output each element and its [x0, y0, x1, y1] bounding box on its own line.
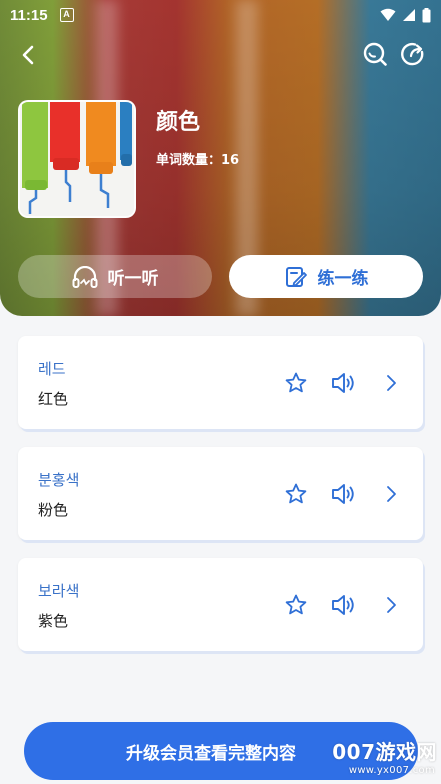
signal-icon	[403, 9, 415, 21]
book-cover-image	[18, 100, 136, 218]
star-icon[interactable]	[284, 593, 308, 617]
share-icon[interactable]	[400, 41, 426, 67]
status-time: 11:15	[10, 6, 48, 24]
edit-icon	[285, 266, 307, 287]
word-korean: 보라색	[38, 582, 80, 600]
listen-button[interactable]: 听一听	[18, 255, 212, 298]
word-chinese: 紫色	[38, 612, 69, 630]
upgrade-button-label: 升级会员查看完整内容	[126, 743, 296, 764]
listen-button-label: 听一听	[107, 269, 159, 289]
chevron-right-icon[interactable]	[382, 373, 400, 393]
word-card[interactable]: 레드 红色	[18, 336, 423, 429]
status-bar: 11:15 A	[0, 0, 441, 30]
speaker-icon[interactable]	[330, 370, 356, 396]
star-icon[interactable]	[284, 482, 308, 506]
wifi-icon	[380, 8, 396, 21]
watermark-url: www.yx007.com	[348, 765, 435, 776]
word-card[interactable]: 보라색 紫色	[18, 558, 423, 651]
word-chinese: 粉色	[38, 501, 69, 519]
battery-icon	[422, 7, 431, 22]
headphones-icon	[72, 265, 97, 288]
word-chinese: 红色	[38, 390, 69, 408]
watermark-text: 007游戏网	[332, 740, 437, 764]
speaker-icon[interactable]	[330, 592, 356, 618]
speaker-icon[interactable]	[330, 481, 356, 507]
search-icon[interactable]	[362, 41, 388, 67]
paint-rollers-illustration	[20, 102, 134, 216]
back-arrow-icon[interactable]	[16, 42, 42, 68]
practice-button[interactable]: 练一练	[229, 255, 423, 298]
book-title: 颜色	[156, 110, 201, 135]
header-banner: 11:15 A 颜色 单词数量：16 听一听 练一练	[0, 0, 441, 316]
status-icons	[380, 7, 431, 23]
notification-icon: A	[59, 8, 74, 22]
word-korean: 분홍색	[38, 471, 80, 489]
word-count: 单词数量：16	[156, 153, 240, 168]
star-icon[interactable]	[284, 371, 308, 395]
word-card[interactable]: 분홍색 粉色	[18, 447, 423, 540]
word-korean: 레드	[38, 360, 66, 378]
chevron-right-icon[interactable]	[382, 595, 400, 615]
practice-button-label: 练一练	[317, 269, 369, 289]
chevron-right-icon[interactable]	[382, 484, 400, 504]
nav-bar	[0, 38, 441, 72]
